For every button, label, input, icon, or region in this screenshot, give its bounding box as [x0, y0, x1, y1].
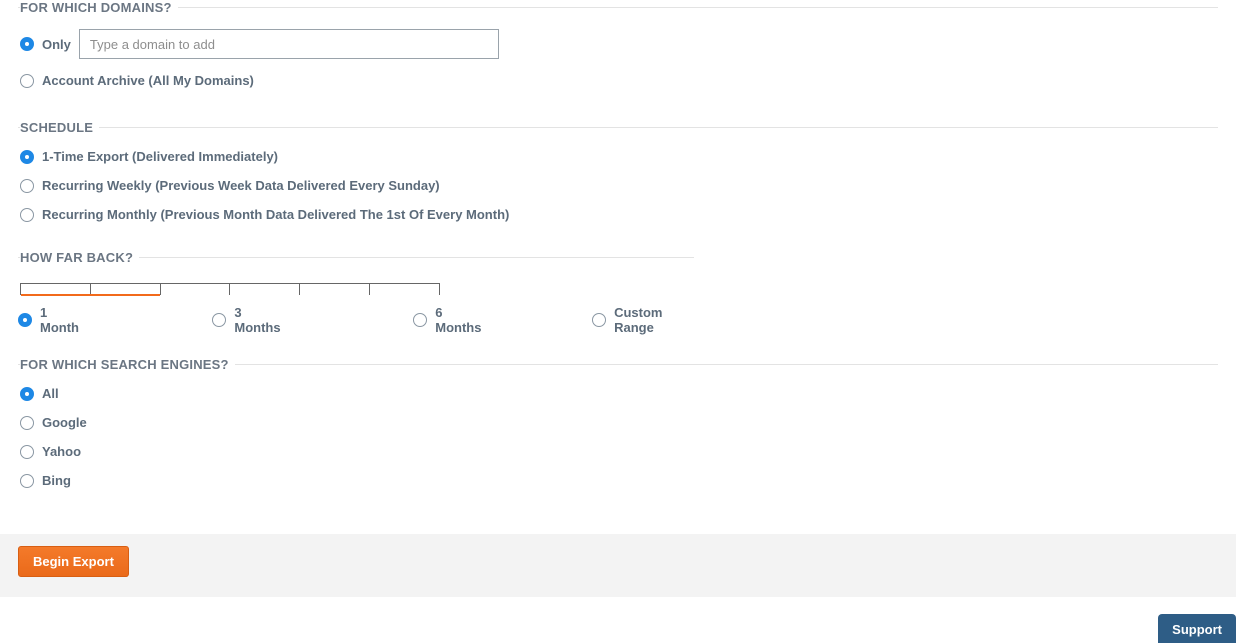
schedule-radio-label: Recurring Weekly (Previous Week Data Del… [42, 178, 440, 193]
howfar-radio-label: 3 Months [234, 305, 283, 335]
engine-radio-2[interactable] [20, 445, 34, 459]
section-schedule-title: SCHEDULE [20, 120, 99, 135]
schedule-option-row: 1-Time Export (Delivered Immediately) [20, 149, 1218, 164]
scale-tick [300, 284, 370, 295]
footer-bar: Begin Export [0, 534, 1236, 597]
time-scale[interactable] [20, 283, 440, 295]
engine-radio-label: All [42, 386, 59, 401]
howfar-option: 1 Month [18, 305, 82, 335]
engine-option-row: Yahoo [20, 444, 1218, 459]
radio-account-archive-label: Account Archive (All My Domains) [42, 73, 254, 88]
schedule-radio-0[interactable] [20, 150, 34, 164]
section-howfar: HOW FAR BACK? 1 Month 3 Months 6 Months Cus… [18, 250, 694, 335]
engine-radio-1[interactable] [20, 416, 34, 430]
schedule-option-row: Recurring Weekly (Previous Week Data Del… [20, 178, 1218, 193]
engine-option-row: Bing [20, 473, 1218, 488]
engine-radio-label: Yahoo [42, 444, 81, 459]
schedule-radio-label: 1-Time Export (Delivered Immediately) [42, 149, 278, 164]
section-domains-title: FOR WHICH DOMAINS? [20, 0, 178, 15]
howfar-radio-label: 1 Month [40, 305, 82, 335]
option-only-row: Only [20, 29, 1218, 59]
engine-option-row: All [20, 386, 1218, 401]
howfar-radio-1[interactable] [212, 313, 226, 327]
begin-export-button[interactable]: Begin Export [18, 546, 129, 577]
engine-option-row: Google [20, 415, 1218, 430]
option-archive-row: Account Archive (All My Domains) [20, 73, 1218, 88]
howfar-radio-2[interactable] [413, 313, 427, 327]
radio-only[interactable] [20, 37, 34, 51]
time-scale-fill [21, 294, 160, 296]
section-domains: FOR WHICH DOMAINS? Only Account Archive … [18, 0, 1218, 98]
domain-input[interactable] [79, 29, 499, 59]
howfar-radio-label: 6 Months [435, 305, 484, 335]
radio-only-label: Only [42, 37, 71, 52]
section-engines-title: FOR WHICH SEARCH ENGINES? [20, 357, 235, 372]
engine-radio-0[interactable] [20, 387, 34, 401]
section-howfar-title: HOW FAR BACK? [20, 250, 139, 265]
engine-radio-3[interactable] [20, 474, 34, 488]
scale-tick [161, 284, 231, 295]
radio-account-archive[interactable] [20, 74, 34, 88]
schedule-radio-2[interactable] [20, 208, 34, 222]
howfar-radio-0[interactable] [18, 313, 32, 327]
support-button[interactable]: Support [1158, 614, 1236, 643]
schedule-radio-1[interactable] [20, 179, 34, 193]
section-schedule: SCHEDULE 1-Time Export (Delivered Immedi… [18, 120, 1218, 228]
howfar-radio-3[interactable] [592, 313, 606, 327]
section-engines: FOR WHICH SEARCH ENGINES? All Google Yahoo… [18, 357, 1218, 494]
schedule-option-row: Recurring Monthly (Previous Month Data D… [20, 207, 1218, 222]
scale-tick [230, 284, 300, 295]
engine-radio-label: Google [42, 415, 87, 430]
howfar-radio-label: Custom Range [614, 305, 694, 335]
engine-radio-label: Bing [42, 473, 71, 488]
howfar-option: 6 Months [413, 305, 484, 335]
howfar-option: 3 Months [212, 305, 283, 335]
scale-tick [370, 284, 439, 295]
howfar-option: Custom Range [592, 305, 694, 335]
schedule-radio-label: Recurring Monthly (Previous Month Data D… [42, 207, 509, 222]
